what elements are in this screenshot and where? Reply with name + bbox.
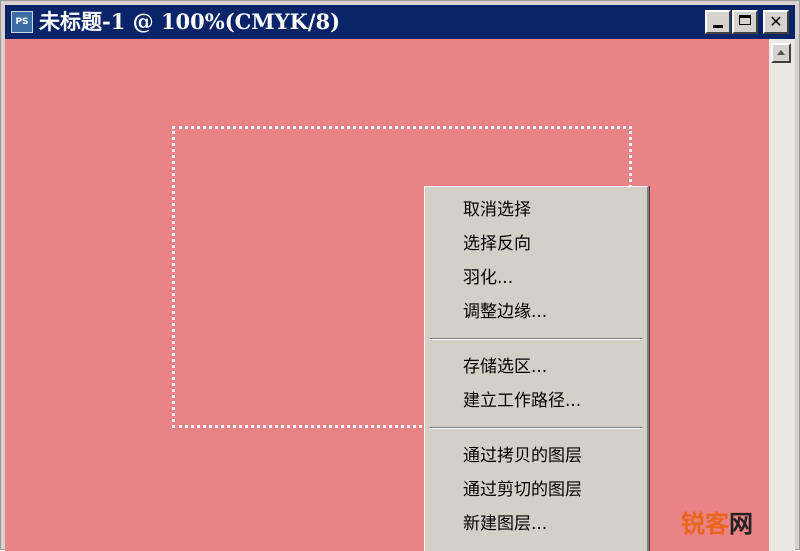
window-title: 未标题-1 @ 100%(CMYK/8) [39,9,341,34]
menu-separator [429,338,643,340]
maximize-button[interactable] [732,10,758,34]
title-bar[interactable]: PS 未标题-1 @ 100%(CMYK/8) ✕ [5,5,795,39]
watermark-text-end: 网 [729,510,753,538]
maximize-icon [739,15,751,25]
minimize-icon [713,25,723,28]
menu-item-make-work-path[interactable]: 建立工作路径... [425,384,647,418]
menu-item-feather[interactable]: 羽化... [425,261,647,295]
menu-item-deselect[interactable]: 取消选择 [425,193,647,227]
menu-item-refine-edge[interactable]: 调整边缘... [425,295,647,329]
close-button[interactable]: ✕ [763,10,789,34]
menu-item-new-layer[interactable]: 新建图层... [425,507,647,541]
photoshop-document-icon[interactable]: PS [11,11,33,33]
menu-item-save-selection[interactable]: 存储选区... [425,350,647,384]
minimize-button[interactable] [705,10,731,34]
menu-item-select-inverse[interactable]: 选择反向 [425,227,647,261]
menu-item-layer-via-copy[interactable]: 通过拷贝的图层 [425,439,647,473]
context-menu: 取消选择 选择反向 羽化... 调整边缘... 存储选区... 建立工作路径..… [424,186,649,551]
close-icon: ✕ [769,12,783,31]
document-window: PS 未标题-1 @ 100%(CMYK/8) ✕ 取消选择 选择反向 羽化..… [0,0,800,551]
vertical-scrollbar[interactable] [769,39,795,551]
site-watermark: 锐客网 [681,504,753,539]
menu-item-layer-via-cut[interactable]: 通过剪切的图层 [425,473,647,507]
scroll-up-button[interactable] [771,43,791,63]
menu-separator [429,427,643,429]
watermark-text: 锐客 [681,510,729,538]
